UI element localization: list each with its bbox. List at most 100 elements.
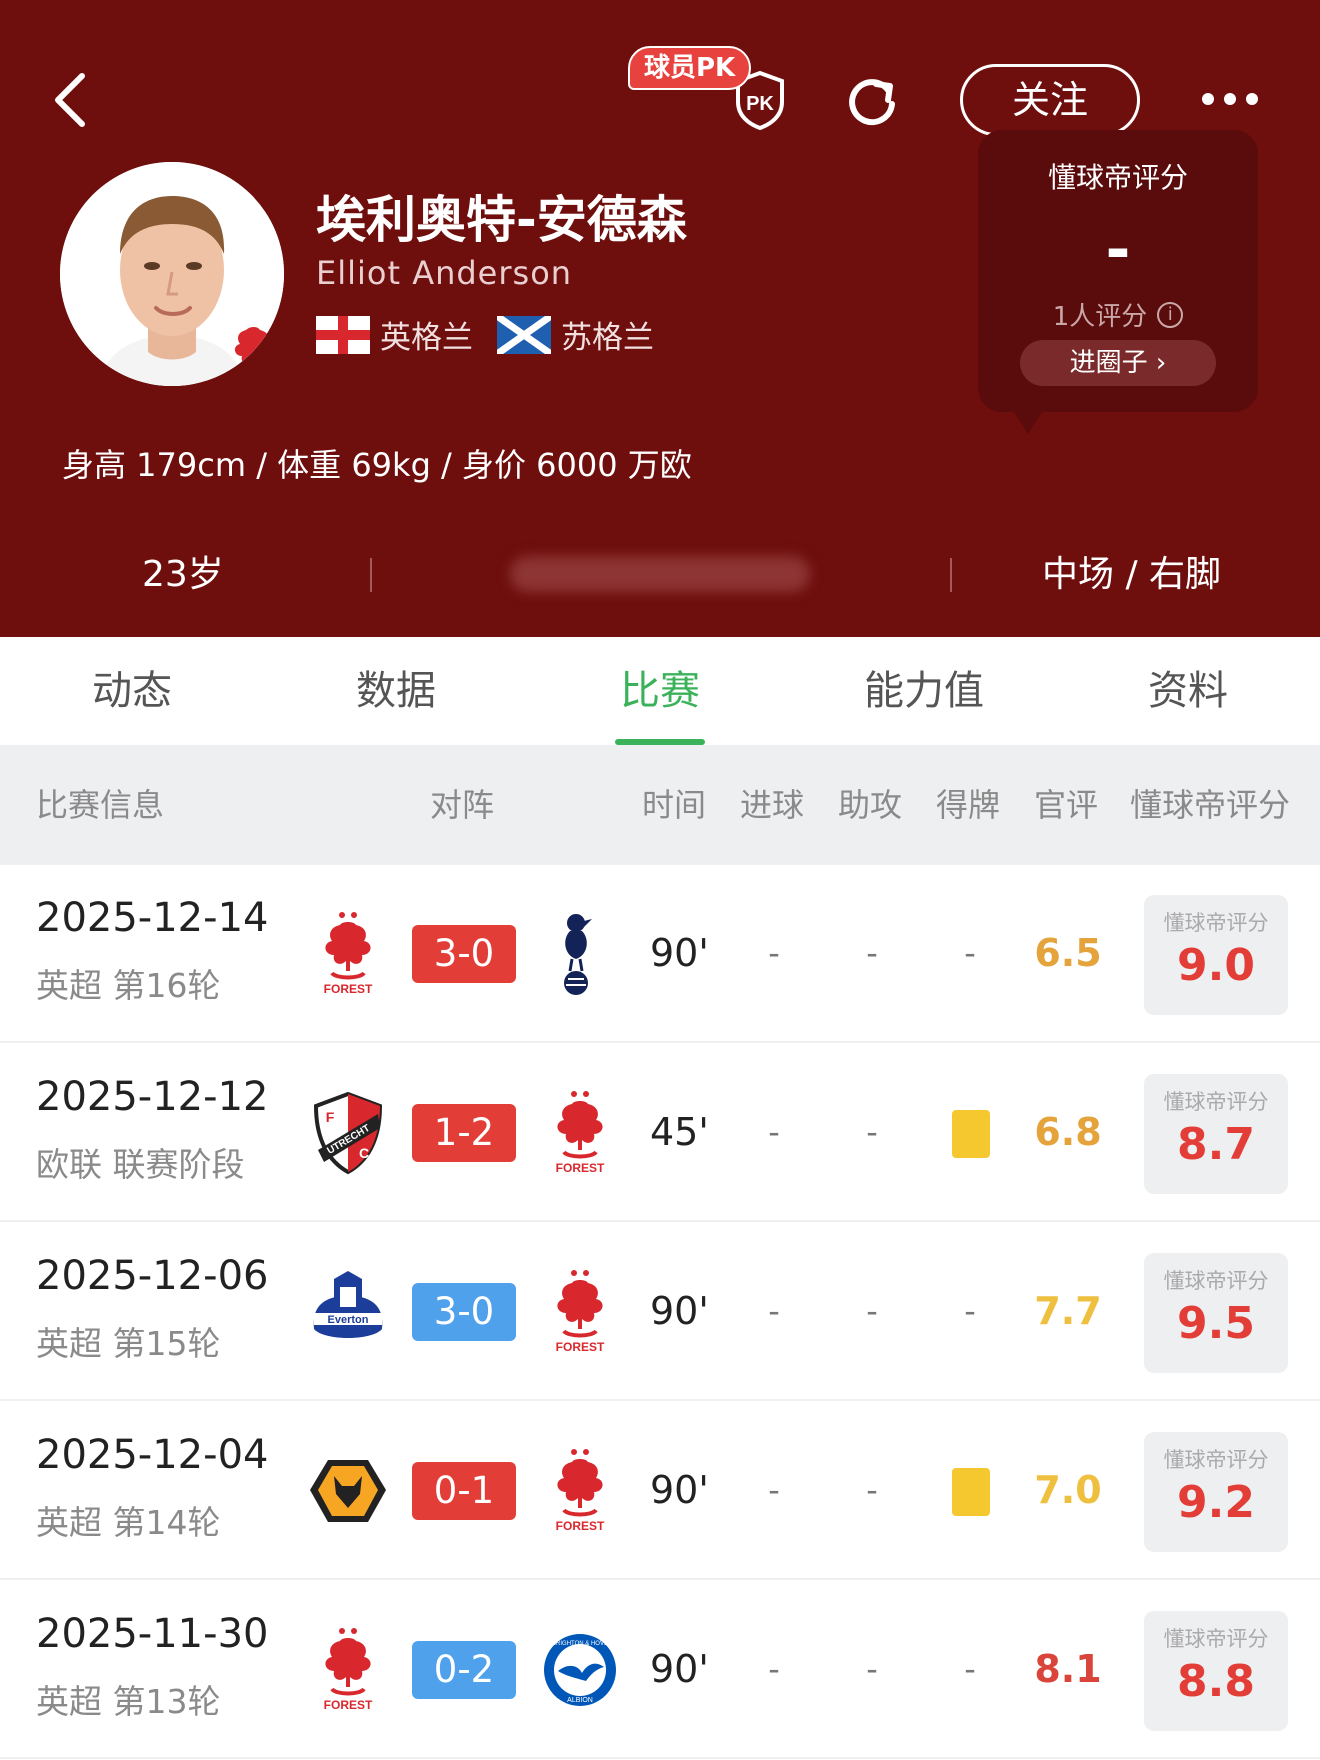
minutes-played: 90' (650, 1647, 709, 1691)
match-row[interactable]: 2025-12-12 欧联 联赛阶段 UTRECHT F C 1-2 FORES… (0, 1044, 1320, 1222)
dqd-rating-badge[interactable]: 懂球帝评分 9.5 (1144, 1253, 1288, 1373)
minutes-played: 90' (650, 1468, 709, 1512)
player-photo: FOREST (60, 162, 284, 386)
player-physical-info: 身高 179cm / 体重 69kg / 身价 6000 万欧 (62, 446, 692, 484)
col-time: 时间 (642, 786, 707, 824)
goals-value: - (768, 1471, 780, 1509)
col-match-info: 比赛信息 (36, 786, 165, 824)
dqd-rating-badge[interactable]: 懂球帝评分 9.0 (1144, 895, 1288, 1015)
match-row[interactable]: 2025-12-14 英超 第16轮 FOREST 3-0 90' - - - … (0, 865, 1320, 1043)
goals-value: - (768, 934, 780, 972)
assists-value: - (866, 934, 878, 972)
tab-matches[interactable]: 比赛 (580, 637, 740, 745)
rating-count-text: 1人评分 (1052, 302, 1148, 332)
forest-badge-icon: FOREST (234, 327, 274, 382)
assists-value: - (866, 1650, 878, 1688)
player-age: 23岁 (142, 554, 224, 595)
dqd-rating-panel: 懂球帝评分 - 1人评分 i 进圈子 › (978, 130, 1258, 434)
match-date: 2025-11-30 (36, 1611, 269, 1657)
pk-badge: 球员PK (628, 46, 752, 90)
spurs-logo-icon (538, 909, 622, 999)
official-rating: 8.1 (1034, 1647, 1102, 1691)
join-circle-button[interactable]: 进圈子 › (1020, 340, 1216, 386)
match-score: 0-2 (412, 1641, 516, 1699)
player-name-cn: 埃利奥特-安德森 (316, 191, 687, 249)
col-matchup: 对阵 (430, 786, 495, 824)
pk-shield-text: PK (746, 93, 774, 115)
forest-logo-icon: FOREST (306, 909, 390, 999)
match-row[interactable]: 2025-11-30 英超 第13轮 FOREST 0-2 BRIGHTON &… (0, 1581, 1320, 1759)
col-goals: 进球 (740, 786, 805, 824)
match-competition: 英超 第15轮 (36, 1324, 221, 1363)
player-avatar: FOREST (60, 162, 284, 386)
match-table-header: 比赛信息 对阵 时间 进球 助攻 得牌 官评 懂球帝评分 (0, 745, 1320, 865)
cards-value: - (964, 1292, 976, 1330)
utrecht-logo-icon: UTRECHT F C (306, 1088, 390, 1178)
club-badge-text: FOREST (236, 372, 273, 382)
scotland-flag-icon (497, 315, 551, 354)
dqd-rating-value: 8.7 (1177, 1119, 1255, 1170)
tab-ability[interactable]: 能力值 (844, 637, 1004, 745)
player-header: PK 球员PK 关注 FOREST 埃利奥特-安德森 Elliot Anders… (0, 0, 1320, 637)
tab-profile[interactable]: 资料 (1108, 637, 1268, 745)
tab-data[interactable]: 数据 (316, 637, 476, 745)
tab-bar: 动态 数据 比赛 能力值 资料 (0, 637, 1320, 745)
info-icon[interactable]: i (1157, 301, 1184, 328)
stats-divider (370, 558, 372, 592)
back-arrow-icon[interactable] (48, 70, 98, 130)
rating-panel-title: 懂球帝评分 (1047, 161, 1188, 194)
match-score: 0-1 (412, 1462, 516, 1520)
minutes-played: 45' (650, 1110, 709, 1154)
match-date: 2025-12-12 (36, 1074, 269, 1120)
svg-text:C: C (359, 1145, 369, 1161)
more-options-icon[interactable] (1202, 88, 1258, 110)
svg-text:FOREST: FOREST (324, 1698, 373, 1712)
nation-england: 英格兰 (380, 320, 473, 356)
yellow-card-icon (952, 1110, 990, 1158)
refresh-icon[interactable] (842, 70, 902, 130)
svg-text:FOREST: FOREST (556, 1340, 605, 1354)
cards-value: - (964, 1650, 976, 1688)
match-competition: 英超 第14轮 (36, 1503, 221, 1542)
yellow-card-icon (952, 1468, 990, 1516)
svg-text:FOREST: FOREST (324, 982, 373, 996)
goals-value: - (768, 1292, 780, 1330)
player-pk-button[interactable]: PK 球员PK (628, 46, 788, 131)
nation-scotland: 苏格兰 (561, 320, 654, 356)
match-score: 3-0 (412, 1283, 516, 1341)
dqd-rating-value: 9.5 (1177, 1298, 1255, 1349)
brighton-logo-icon: BRIGHTON & HOVE ALBION (538, 1625, 622, 1715)
dqd-rating-value: 8.8 (1177, 1656, 1255, 1707)
match-date: 2025-12-14 (36, 895, 269, 941)
nationalities: 英格兰 苏格兰 (316, 312, 654, 357)
match-date: 2025-12-04 (36, 1432, 269, 1478)
match-score: 3-0 (412, 925, 516, 983)
forest-logo-icon: FOREST (538, 1267, 622, 1357)
official-rating: 6.8 (1034, 1110, 1102, 1154)
forest-logo-icon: FOREST (538, 1446, 622, 1536)
england-flag-icon (316, 315, 370, 354)
follow-button[interactable]: 关注 (960, 64, 1140, 136)
dqd-rating-badge[interactable]: 懂球帝评分 8.7 (1144, 1074, 1288, 1194)
stats-divider (950, 558, 952, 592)
match-score: 1-2 (412, 1104, 516, 1162)
svg-text:F: F (326, 1109, 335, 1125)
match-row[interactable]: 2025-12-06 英超 第15轮 Everton 3-0 FOREST 90… (0, 1223, 1320, 1401)
dqd-rating-badge[interactable]: 懂球帝评分 9.2 (1144, 1432, 1288, 1552)
svg-text:Everton: Everton (328, 1314, 369, 1326)
rating-count: 1人评分 i (978, 296, 1258, 333)
tab-news[interactable]: 动态 (52, 637, 212, 745)
assists-value: - (866, 1292, 878, 1330)
match-row[interactable]: 2025-12-04 英超 第14轮 0-1 FOREST 90' - - 7.… (0, 1402, 1320, 1580)
minutes-played: 90' (650, 1289, 709, 1333)
player-name-en: Elliot Anderson (316, 254, 573, 292)
match-date: 2025-12-06 (36, 1253, 269, 1299)
svg-text:FOREST: FOREST (556, 1161, 605, 1175)
forest-logo-icon: FOREST (538, 1088, 622, 1178)
col-assists: 助攻 (838, 786, 903, 824)
col-cards: 得牌 (936, 786, 1001, 824)
goals-value: - (768, 1650, 780, 1688)
cards-value: - (964, 934, 976, 972)
dqd-rating-badge[interactable]: 懂球帝评分 8.8 (1144, 1611, 1288, 1731)
svg-text:ALBION: ALBION (567, 1697, 593, 1704)
